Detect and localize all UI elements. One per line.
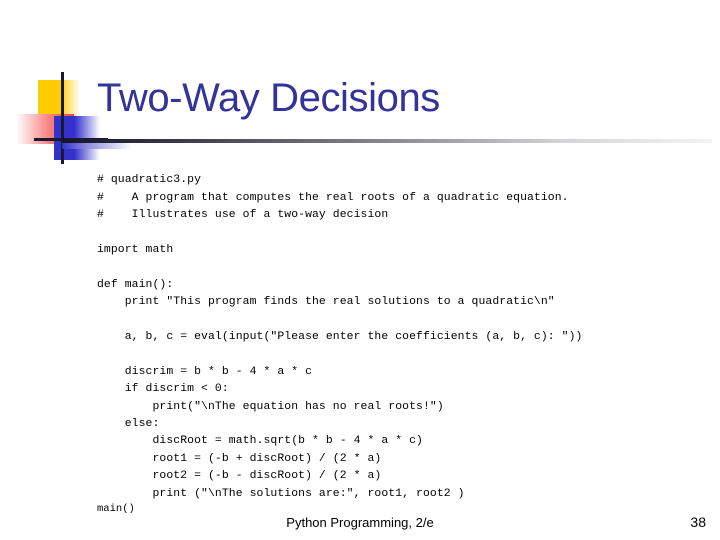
code-block: # quadratic3.py # A program that computes… <box>97 172 582 503</box>
code-line: if discrim < 0: <box>97 383 229 396</box>
code-line: # Illustrates use of a two-way decision <box>97 209 389 222</box>
page-title: Two-Way Decisions <box>97 76 440 120</box>
code-line: # A program that computes the real roots… <box>97 191 569 204</box>
code-line: print("\nThe equation has no real roots!… <box>97 400 444 413</box>
code-line: print ("\nThe solutions are:", root1, ro… <box>97 487 465 500</box>
footer-book-title: Python Programming, 2/e <box>286 515 434 530</box>
footer-page-number: 38 <box>690 514 706 530</box>
logo-vertical-line <box>61 72 64 164</box>
code-line: discRoot = math.sqrt(b * b - 4 * a * c) <box>97 435 423 448</box>
code-line: # quadratic3.py <box>97 174 202 187</box>
code-line: import math <box>97 244 174 256</box>
title-divider-rule <box>62 139 712 143</box>
code-line: def main(): <box>97 278 174 291</box>
code-line: a, b, c = eval(input("Please enter the c… <box>97 331 583 343</box>
code-line: print "This program finds the real solut… <box>97 296 555 309</box>
code-line: root2 = (-b - discRoot) / (2 * a) <box>97 470 382 483</box>
code-line: else: <box>97 418 160 431</box>
code-line: root1 = (-b + discRoot) / (2 * a) <box>97 452 382 465</box>
code-line: discrim = b * b - 4 * a * c <box>97 365 313 378</box>
footer-main-call: main() <box>97 503 135 515</box>
title-divider-accent <box>62 143 132 149</box>
